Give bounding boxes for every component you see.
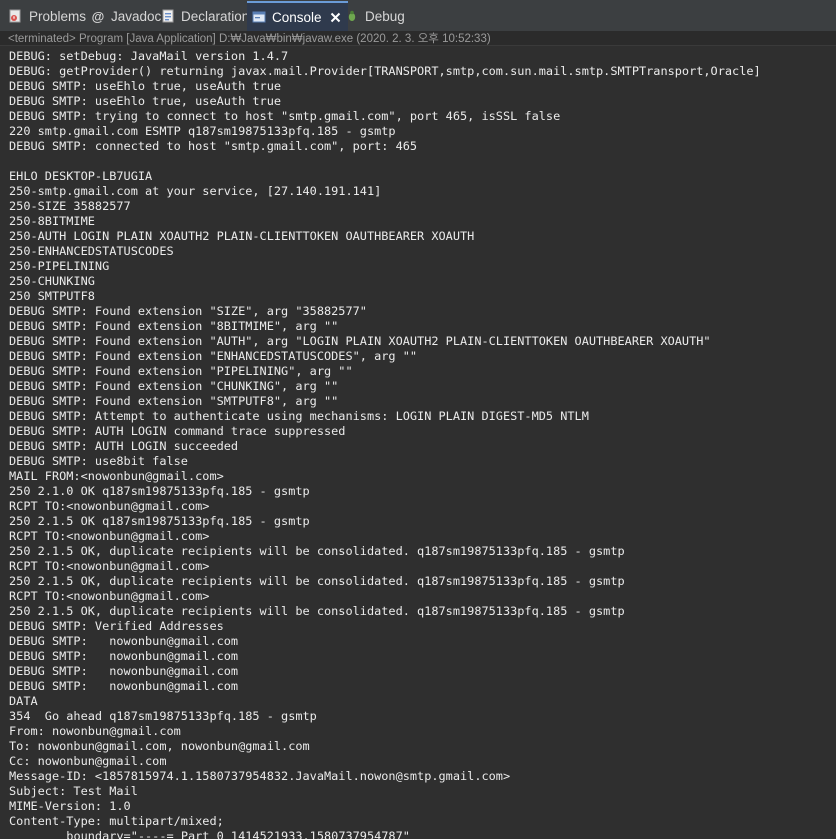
console-line: Subject: Test Mail: [9, 784, 138, 798]
console-line: 250 SMTPUTF8: [9, 289, 95, 303]
console-line: Cc: nowonbun@gmail.com: [9, 754, 167, 768]
tab-label: Problems: [29, 8, 87, 24]
console-line: DEBUG SMTP: useEhlo true, useAuth true: [9, 94, 282, 108]
console-line: RCPT TO:<nowonbun@gmail.com>: [9, 559, 210, 573]
console-line: To: nowonbun@gmail.com, nowonbun@gmail.c…: [9, 739, 310, 753]
console-line: 250-SIZE 35882577: [9, 199, 131, 213]
console-line: 250-CHUNKING: [9, 274, 95, 288]
tab-label: Javadoc: [111, 8, 162, 24]
console-line: boundary="----=_Part_0_1414521933.158073…: [9, 829, 410, 839]
console-line: DEBUG SMTP: Verified Addresses: [9, 619, 224, 633]
console-line: DEBUG SMTP: nowonbun@gmail.com: [9, 664, 239, 678]
console-line: DATA: [9, 694, 38, 708]
console-line: DEBUG SMTP: Found extension "CHUNKING", …: [9, 379, 339, 393]
console-line: DEBUG SMTP: trying to connect to host "s…: [9, 109, 561, 123]
console-line: 354 Go ahead q187sm19875133pfq.185 - gsm…: [9, 709, 317, 723]
console-line: DEBUG SMTP: Found extension "ENHANCEDSTA…: [9, 349, 418, 363]
console-line: DEBUG SMTP: Found extension "SIZE", arg …: [9, 304, 367, 318]
console-line: 250 2.1.5 OK, duplicate recipients will …: [9, 604, 625, 618]
close-icon[interactable]: [330, 11, 342, 23]
tab-debug[interactable]: Debug: [344, 3, 405, 29]
console-line: DEBUG: setDebug: JavaMail version 1.4.7: [9, 49, 289, 63]
console-line: DEBUG SMTP: nowonbun@gmail.com: [9, 634, 239, 648]
console-line: 250 2.1.5 OK, duplicate recipients will …: [9, 544, 625, 558]
process-status: <terminated> Program [Java Application] …: [0, 32, 836, 46]
tab-label: Console: [272, 9, 322, 25]
console-line: DEBUG SMTP: nowonbun@gmail.com: [9, 679, 239, 693]
console-line: DEBUG SMTP: Found extension "AUTH", arg …: [9, 334, 711, 348]
console-line: Content-Type: multipart/mixed;: [9, 814, 224, 828]
console-line: 250 2.1.5 OK, duplicate recipients will …: [9, 574, 625, 588]
console-line: 250 2.1.5 OK q187sm19875133pfq.185 - gsm…: [9, 514, 310, 528]
debug-icon: [344, 8, 360, 24]
console-line: DEBUG SMTP: Found extension "PIPELINING"…: [9, 364, 353, 378]
console-line: 250-ENHANCEDSTATUSCODES: [9, 244, 174, 258]
console-line: DEBUG SMTP: Attempt to authenticate usin…: [9, 409, 589, 423]
problems-icon: [8, 8, 24, 24]
console-line: DEBUG SMTP: connected to host "smtp.gmai…: [9, 139, 418, 153]
console-line: DEBUG SMTP: Found extension "8BITMIME", …: [9, 319, 339, 333]
console-line: EHLO DESKTOP-LB7UGIA: [9, 169, 153, 183]
console-line: MAIL FROM:<nowonbun@gmail.com>: [9, 469, 224, 483]
console-line: 220 smtp.gmail.com ESMTP q187sm19875133p…: [9, 124, 396, 138]
console-line: RCPT TO:<nowonbun@gmail.com>: [9, 529, 210, 543]
view-tab-bar: Problems @ Javadoc Declaration Console D…: [0, 0, 836, 32]
declaration-icon: [160, 8, 176, 24]
tab-declaration[interactable]: Declaration: [160, 3, 249, 29]
tab-problems[interactable]: Problems: [8, 3, 86, 29]
tab-label: Declaration: [181, 8, 250, 24]
console-line: DEBUG SMTP: nowonbun@gmail.com: [9, 649, 239, 663]
console-line: Message-ID: <1857815974.1.1580737954832.…: [9, 769, 511, 783]
console-window: Problems @ Javadoc Declaration Console D…: [0, 0, 836, 839]
console-line: DEBUG SMTP: AUTH LOGIN succeeded: [9, 439, 239, 453]
console-line: 250-PIPELINING: [9, 259, 110, 273]
console-line: RCPT TO:<nowonbun@gmail.com>: [9, 499, 210, 513]
console-icon: [251, 9, 267, 25]
console-line: 250 2.1.0 OK q187sm19875133pfq.185 - gsm…: [9, 484, 310, 498]
tab-javadoc[interactable]: @ Javadoc: [90, 3, 162, 29]
console-line: 250-8BITMIME: [9, 214, 95, 228]
console-line: DEBUG: getProvider() returning javax.mai…: [9, 64, 761, 78]
tab-console[interactable]: Console: [247, 1, 348, 31]
console-line: From: nowonbun@gmail.com: [9, 724, 181, 738]
console-line: 250-smtp.gmail.com at your service, [27.…: [9, 184, 382, 198]
console-line: DEBUG SMTP: use8bit false: [9, 454, 188, 468]
tab-label: Debug: [365, 8, 405, 24]
console-line: RCPT TO:<nowonbun@gmail.com>: [9, 589, 210, 603]
vertical-scrollbar[interactable]: [830, 47, 836, 839]
console-lines: DEBUG: setDebug: JavaMail version 1.4.7 D…: [0, 47, 836, 839]
console-line: DEBUG SMTP: AUTH LOGIN command trace sup…: [9, 424, 346, 438]
console-line: MIME-Version: 1.0: [9, 799, 131, 813]
console-line: DEBUG SMTP: Found extension "SMTPUTF8", …: [9, 394, 339, 408]
javadoc-icon: @: [91, 8, 105, 24]
console-output[interactable]: DEBUG: setDebug: JavaMail version 1.4.7 D…: [0, 47, 836, 839]
console-line: 250-AUTH LOGIN PLAIN XOAUTH2 PLAIN-CLIEN…: [9, 229, 475, 243]
console-line: DEBUG SMTP: useEhlo true, useAuth true: [9, 79, 282, 93]
